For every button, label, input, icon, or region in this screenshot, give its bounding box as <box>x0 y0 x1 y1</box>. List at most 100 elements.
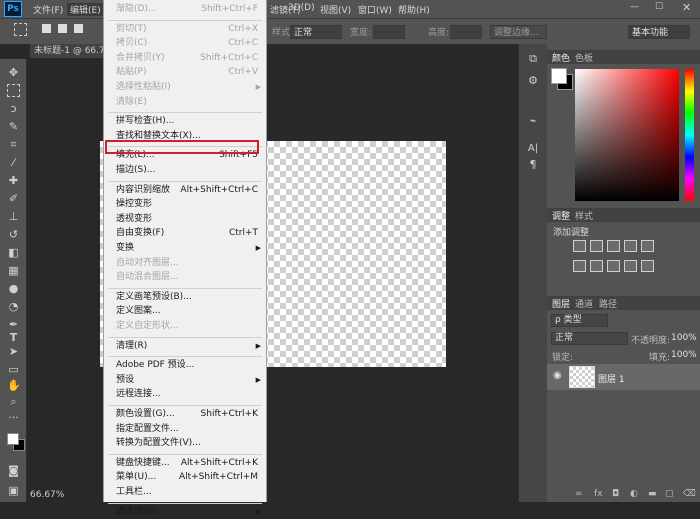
document-tab[interactable]: 未标题-1 @ 66.7% <box>30 44 109 58</box>
marquee-tool-icon[interactable] <box>7 84 20 97</box>
rectangle-tool-icon[interactable]: ▭ <box>7 363 20 376</box>
properties-panel-icon[interactable]: ⚙ <box>525 74 541 88</box>
hand-tool-icon[interactable]: ✋ <box>7 379 21 392</box>
visibility-eye-icon[interactable]: ◉ <box>553 370 562 381</box>
fill-value[interactable]: 100% <box>671 350 697 360</box>
more-tools-icon[interactable]: ··· <box>7 411 20 424</box>
opacity-value[interactable]: 100% <box>671 333 697 343</box>
edit-menu-item[interactable]: 定义画笔预设(B)... <box>104 291 266 304</box>
foreground-color-swatch[interactable] <box>7 433 19 445</box>
tab-swatches[interactable]: 色板 <box>575 51 593 64</box>
quick-select-tool-icon[interactable]: ✎ <box>7 120 20 133</box>
foreground-color-chip[interactable] <box>551 68 567 84</box>
move-tool-icon[interactable]: ✥ <box>7 66 20 79</box>
crop-tool-icon[interactable]: ⌗ <box>7 138 20 151</box>
edit-menu-item[interactable]: 菜单(U)... Alt+Shift+Ctrl+M <box>104 471 266 484</box>
tab-layers[interactable]: 图层 <box>552 297 570 310</box>
zoom-tool-icon[interactable]: ⌕ <box>7 395 20 408</box>
menu-help[interactable]: 帮助(H) <box>398 3 430 16</box>
color-picker-field[interactable] <box>575 69 679 201</box>
add-mask-icon[interactable]: ◘ <box>612 489 619 499</box>
brightness-adjust-icon[interactable] <box>573 240 586 252</box>
dodge-tool-icon[interactable]: ◔ <box>7 300 20 313</box>
edit-menu-item[interactable]: 工具栏... <box>104 486 266 499</box>
tab-paths[interactable]: 路径 <box>599 297 617 310</box>
lasso-tool-icon[interactable]: ↄ <box>7 102 20 115</box>
blend-mode-select[interactable]: 正常 <box>551 332 628 345</box>
hue-slider[interactable] <box>685 69 694 201</box>
edit-menu-item[interactable]: 拼写检查(H)... <box>104 115 266 128</box>
edit-menu-item[interactable]: 远程连接... <box>104 388 266 401</box>
new-group-icon[interactable]: ▬ <box>648 489 657 499</box>
blur-tool-icon[interactable]: ● <box>7 282 20 295</box>
black-white-adjust-icon[interactable] <box>607 260 620 272</box>
edit-menu-item[interactable]: Adobe PDF 预设... <box>104 359 266 372</box>
clone-stamp-icon[interactable]: ⊥ <box>7 210 20 223</box>
edit-menu-item[interactable]: 透视变形 <box>104 213 266 226</box>
edit-menu-item[interactable]: 描边(S)... <box>104 164 266 177</box>
curves-adjust-icon[interactable] <box>607 240 620 252</box>
history-brush-icon[interactable]: ↺ <box>7 228 20 241</box>
marquee-tool-icon[interactable] <box>14 23 27 36</box>
tab-styles[interactable]: 样式 <box>575 209 593 222</box>
edit-menu-item[interactable]: 首选项(N) ▶ <box>104 506 266 519</box>
menu-3d[interactable]: 3D(D) <box>288 3 315 13</box>
add-selection-icon[interactable] <box>58 24 67 33</box>
tab-color[interactable]: 颜色 <box>552 51 570 64</box>
menu-edit[interactable]: 编辑(E) <box>67 3 104 16</box>
paragraph-panel-icon[interactable]: ¶ <box>525 158 541 172</box>
edit-menu-item[interactable]: 颜色设置(G)... Shift+Ctrl+K <box>104 408 266 421</box>
edit-menu-item[interactable]: 自由变换(F) Ctrl+T <box>104 227 266 240</box>
edit-menu-item[interactable]: 变换 ▶ <box>104 242 266 255</box>
layer-style-icon[interactable]: fx <box>594 489 603 499</box>
link-layers-icon[interactable]: ∞ <box>575 489 583 499</box>
edit-menu-item[interactable]: 定义图案... <box>104 305 266 318</box>
quick-mask-icon[interactable]: ◙ <box>7 464 20 477</box>
vibrance-adjust-icon[interactable] <box>641 240 654 252</box>
menu-file[interactable]: 文件(F) <box>33 3 63 16</box>
pen-tool-icon[interactable]: ✒ <box>7 318 20 331</box>
new-selection-icon[interactable] <box>42 24 51 33</box>
channel-mixer-adjust-icon[interactable] <box>641 260 654 272</box>
layer-filter-select[interactable]: ρ 类型 <box>551 314 608 327</box>
brush-panel-icon[interactable]: ⌁ <box>525 114 541 128</box>
layer-name[interactable]: 图层 1 <box>598 372 625 385</box>
levels-adjust-icon[interactable] <box>590 240 603 252</box>
tab-adjustments[interactable]: 调整 <box>552 209 570 222</box>
edit-menu-item[interactable]: 预设 ▶ <box>104 374 266 387</box>
screen-mode-icon[interactable]: ▣ <box>7 484 20 497</box>
path-select-icon[interactable]: ➤ <box>7 345 20 358</box>
menu-window[interactable]: 窗口(W) <box>358 3 392 16</box>
color-balance-adjust-icon[interactable] <box>590 260 603 272</box>
brush-tool-icon[interactable]: ✐ <box>7 192 20 205</box>
close-icon[interactable]: ✕ <box>682 1 691 14</box>
gradient-tool-icon[interactable]: ▦ <box>7 264 20 277</box>
eyedropper-tool-icon[interactable]: ⁄ <box>7 156 20 169</box>
layer-thumbnail[interactable] <box>569 366 595 388</box>
minimize-icon[interactable]: — <box>630 2 639 12</box>
edit-menu-item[interactable]: 键盘快捷键... Alt+Shift+Ctrl+K <box>104 457 266 470</box>
type-tool-icon[interactable]: T <box>7 331 20 344</box>
history-panel-icon[interactable]: ⧉ <box>525 52 541 66</box>
edit-menu-item[interactable]: 转换为配置文件(V)... <box>104 437 266 450</box>
eraser-tool-icon[interactable]: ◧ <box>7 246 20 259</box>
edit-menu-item[interactable]: 操控变形 <box>104 198 266 211</box>
photo-filter-adjust-icon[interactable] <box>624 260 637 272</box>
new-layer-icon[interactable]: ▢ <box>665 489 674 499</box>
tab-channels[interactable]: 通道 <box>575 297 593 310</box>
edit-menu-item[interactable]: 清理(R) ▶ <box>104 340 266 353</box>
subtract-selection-icon[interactable] <box>74 24 83 33</box>
edit-menu-item[interactable]: 内容识别缩放 Alt+Shift+Ctrl+C <box>104 184 266 197</box>
healing-brush-icon[interactable]: ✚ <box>7 174 20 187</box>
edit-menu-item[interactable]: 指定配置文件... <box>104 423 266 436</box>
new-adjustment-icon[interactable]: ◐ <box>630 489 638 499</box>
hue-sat-adjust-icon[interactable] <box>573 260 586 272</box>
menu-view[interactable]: 视图(V) <box>320 3 351 16</box>
width-input[interactable] <box>373 25 405 39</box>
zoom-status[interactable]: 66.67% <box>30 490 64 500</box>
character-panel-icon[interactable]: A| <box>525 142 541 156</box>
maximize-icon[interactable]: ☐ <box>655 2 663 12</box>
height-input[interactable] <box>450 25 482 39</box>
delete-layer-icon[interactable]: ⌫ <box>683 489 696 499</box>
exposure-adjust-icon[interactable] <box>624 240 637 252</box>
